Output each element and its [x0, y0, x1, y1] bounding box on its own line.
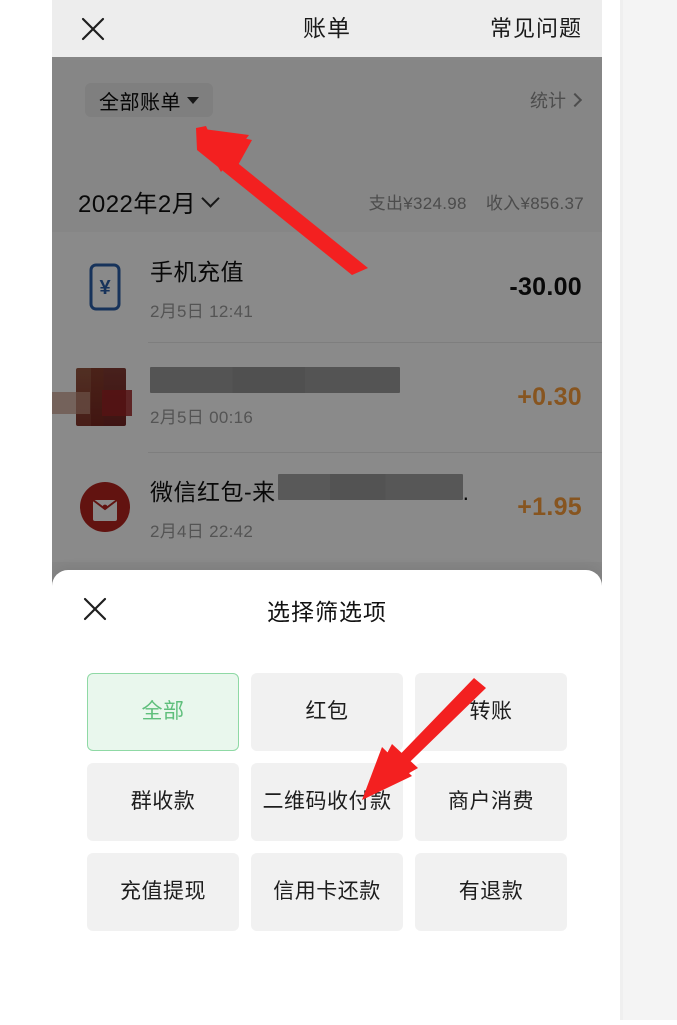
filter-bottom-sheet: 选择筛选项 全部 红包 转账 群收款 二维码收付款 商户消费 充值提现 信用卡还… [52, 570, 602, 1020]
all-bills-filter-chip[interactable]: 全部账单 [85, 83, 213, 117]
filter-option-credit-card-repay[interactable]: 信用卡还款 [251, 853, 403, 931]
transaction-title: 微信红包-来. [150, 473, 517, 507]
filter-option-topup-withdraw[interactable]: 充值提现 [87, 853, 239, 931]
sheet-title: 选择筛选项 [267, 599, 387, 625]
navbar: 账单 常见问题 [52, 0, 602, 57]
page-background-gutter [620, 0, 677, 1020]
transaction-time: 2月4日 22:42 [150, 521, 254, 541]
table-row[interactable]: ¥ 手机充值 2月5日 12:41 -30.00 [52, 232, 602, 342]
chevron-right-icon [567, 92, 583, 107]
chevron-down-icon [201, 189, 220, 208]
phone-recharge-icon: ¥ [80, 262, 130, 312]
transaction-amount: -30.00 [509, 272, 582, 301]
transaction-title-text: 微信红包-来 [150, 478, 276, 505]
transaction-amount: +0.30 [517, 382, 582, 411]
transaction-time: 2月5日 00:16 [150, 407, 254, 427]
stats-link[interactable]: 统计 [530, 87, 583, 113]
filter-option-group-payment[interactable]: 群收款 [87, 763, 239, 841]
month-summary-row: 2022年2月 支出¥324.98 收入¥856.37 [52, 170, 602, 232]
redacted-icon [52, 368, 132, 426]
svg-text:¥: ¥ [99, 277, 111, 299]
all-bills-filter-label: 全部账单 [99, 91, 181, 114]
filter-option-transfer[interactable]: 转账 [415, 673, 567, 751]
redaction-mosaic [150, 366, 400, 393]
filter-option-qrcode-payment[interactable]: 二维码收付款 [251, 763, 403, 841]
sheet-header: 选择筛选项 [52, 570, 602, 648]
filter-option-refunded[interactable]: 有退款 [415, 853, 567, 931]
month-selector-label: 2022年2月 [78, 190, 197, 218]
transaction-title: 手机充值 [150, 258, 244, 285]
month-totals: 支出¥324.98 收入¥856.37 [355, 189, 584, 214]
transaction-title-suffix: . [462, 478, 470, 505]
transaction-amount: +1.95 [517, 492, 582, 521]
phone-screen: 账单 常见问题 全部账单 统计 2022年2月 支出¥324.98 收入¥856… [52, 0, 602, 1020]
chevron-down-icon [187, 96, 199, 104]
faq-link[interactable]: 常见问题 [490, 0, 582, 57]
stats-link-label: 统计 [530, 91, 566, 111]
filter-option-grid: 全部 红包 转账 群收款 二维码收付款 商户消费 充值提现 信用卡还款 有退款 [87, 673, 567, 931]
table-row[interactable]: 2月5日 00:16 +0.30 [52, 342, 602, 452]
redaction-mosaic [277, 473, 463, 500]
transaction-time: 2月5日 12:41 [150, 301, 254, 321]
redaction-mosaic [52, 368, 132, 426]
filter-option-merchant-spending[interactable]: 商户消费 [415, 763, 567, 841]
transaction-title [150, 366, 517, 393]
filter-row: 全部账单 统计 [52, 57, 602, 135]
table-row[interactable]: 微信红包-来. 2月4日 22:42 +1.95 [52, 452, 602, 562]
filter-option-all[interactable]: 全部 [87, 673, 239, 751]
transaction-info: 微信红包-来. 2月4日 22:42 [150, 473, 517, 542]
filter-option-red-packet[interactable]: 红包 [251, 673, 403, 751]
month-income-total: 收入¥856.37 [485, 193, 584, 213]
red-packet-icon [80, 482, 130, 532]
page-gutter-edge [620, 0, 623, 1020]
transaction-list: ¥ 手机充值 2月5日 12:41 -30.00 2月5日 00:16 +0.3… [52, 232, 602, 562]
transaction-info: 2月5日 00:16 [150, 366, 517, 428]
transaction-info: 手机充值 2月5日 12:41 [150, 253, 509, 322]
month-selector[interactable]: 2022年2月 [78, 184, 220, 219]
month-expense-total: 支出¥324.98 [368, 193, 467, 213]
